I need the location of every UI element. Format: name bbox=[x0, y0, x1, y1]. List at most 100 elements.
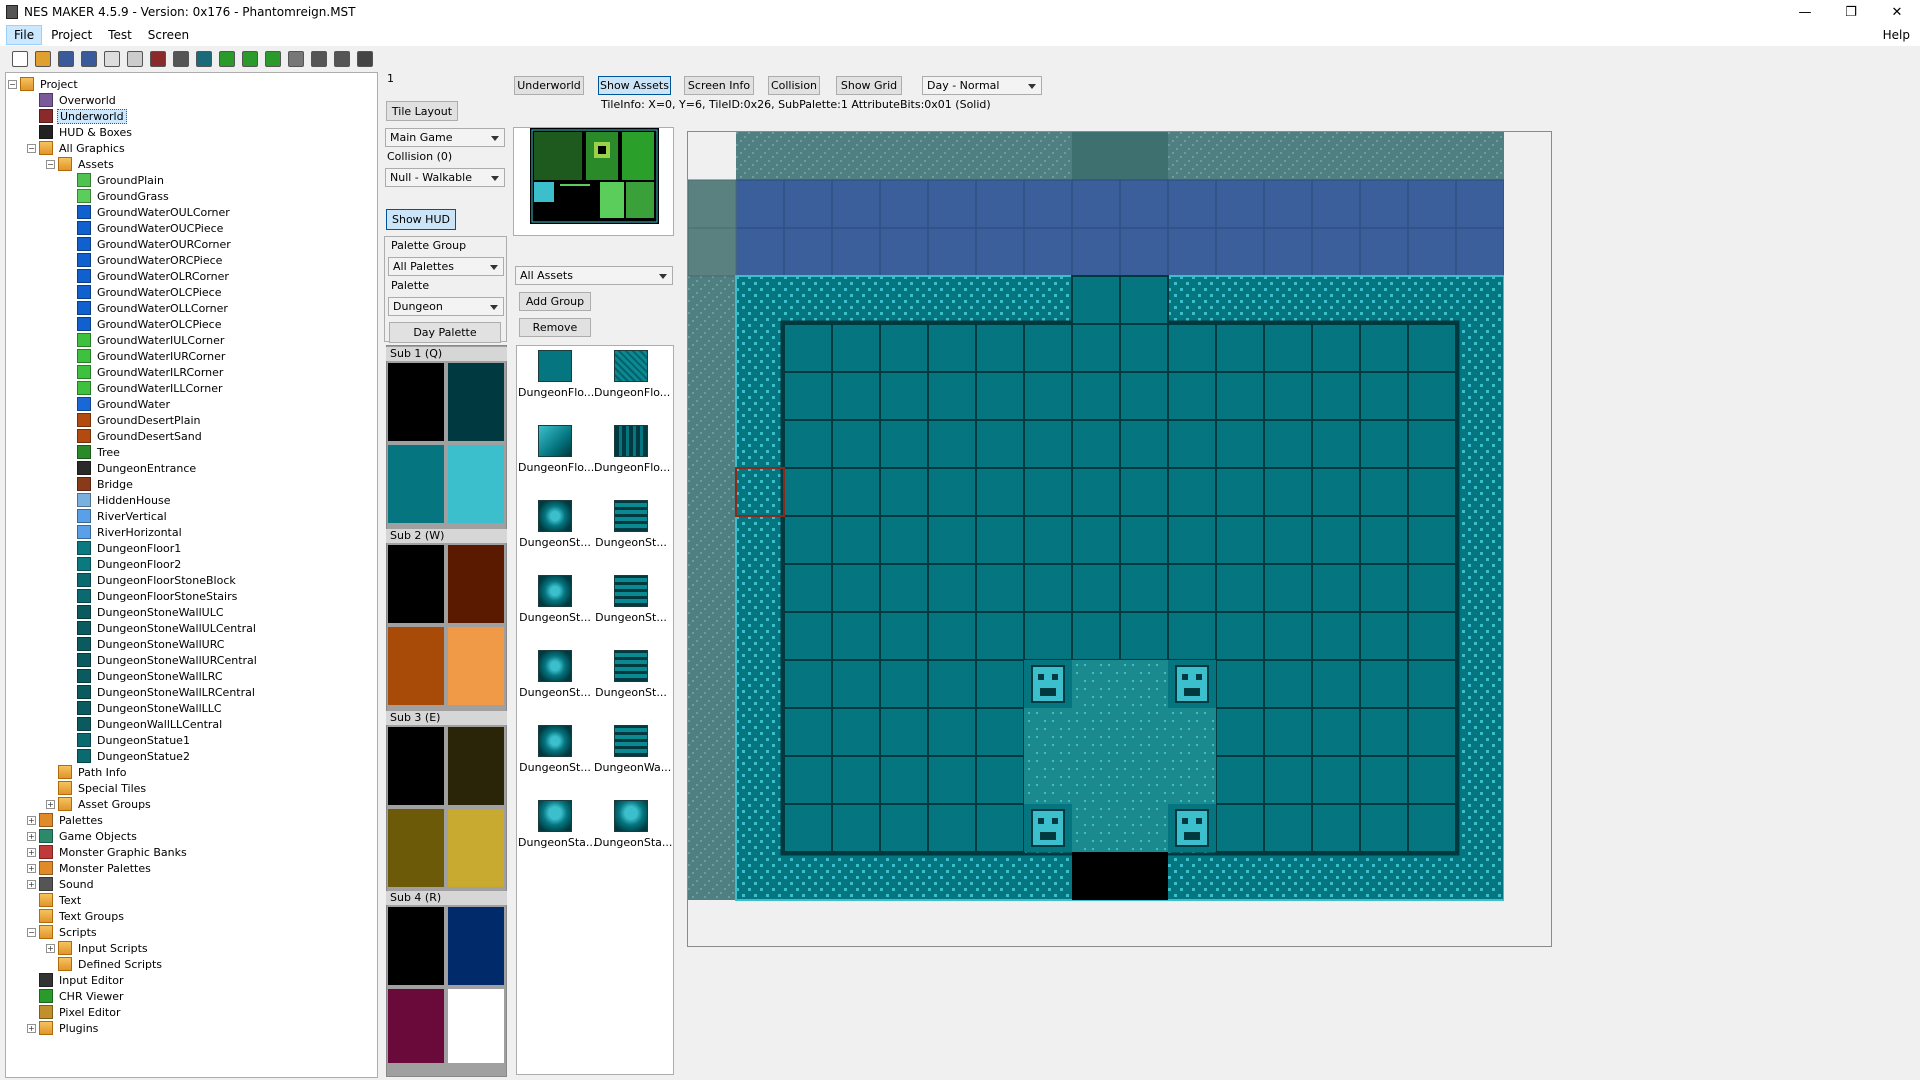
import-icon[interactable] bbox=[127, 51, 143, 67]
collapse-icon[interactable]: − bbox=[27, 927, 36, 937]
menu-project[interactable]: Project bbox=[44, 26, 99, 44]
tree-item[interactable]: DungeonStoneWallLLC bbox=[65, 700, 224, 716]
tree-item[interactable]: DungeonStoneWallULC bbox=[65, 604, 226, 620]
tree-item[interactable]: GroundDesertPlain bbox=[65, 412, 203, 428]
tree-item[interactable]: Defined Scripts bbox=[46, 956, 164, 972]
tile-layout-button[interactable]: Tile Layout bbox=[386, 101, 458, 121]
close-button[interactable]: ✕ bbox=[1874, 0, 1920, 24]
menu-help[interactable]: Help bbox=[1883, 28, 1910, 42]
expand-icon[interactable]: + bbox=[27, 1023, 36, 1033]
tree-item[interactable]: Underworld bbox=[27, 108, 127, 124]
tree-item[interactable]: Path Info bbox=[46, 764, 128, 780]
tree-item[interactable]: DungeonStoneWallULCentral bbox=[65, 620, 258, 636]
tree-item[interactable]: CHR Viewer bbox=[27, 988, 126, 1004]
asset-item[interactable]: DungeonSt... bbox=[594, 575, 668, 624]
palette-swatch[interactable] bbox=[448, 363, 504, 441]
tree-item[interactable]: DungeonWallLLCentral bbox=[65, 716, 224, 732]
asset-filter-select[interactable]: All Assets bbox=[515, 266, 673, 285]
save-icon[interactable] bbox=[58, 51, 74, 67]
asset-item[interactable]: DungeonSta... bbox=[518, 800, 596, 849]
settings-icon[interactable] bbox=[173, 51, 189, 67]
tree-item[interactable]: Input Editor bbox=[27, 972, 126, 988]
tree-item[interactable]: GroundWaterOLLCorner bbox=[65, 300, 230, 316]
tree-item[interactable]: Bridge bbox=[65, 476, 135, 492]
menu-screen[interactable]: Screen bbox=[141, 26, 196, 44]
floppy-icon[interactable] bbox=[357, 51, 373, 67]
tree-item[interactable]: + Sound bbox=[27, 876, 96, 892]
screen-thumbnail[interactable] bbox=[530, 128, 659, 224]
collision-select[interactable]: Null - Walkable bbox=[385, 168, 505, 187]
asset-item[interactable]: DungeonSt... bbox=[594, 500, 668, 549]
screen-info-button[interactable]: Screen Info bbox=[684, 76, 754, 95]
tree-item[interactable]: + Palettes bbox=[27, 812, 105, 828]
tree-item[interactable]: GroundWaterIURCorner bbox=[65, 348, 227, 364]
tree-item[interactable]: HUD & Boxes bbox=[27, 124, 134, 140]
tree-item[interactable]: + Asset Groups bbox=[46, 796, 153, 812]
tree-item[interactable]: DungeonEntrance bbox=[65, 460, 198, 476]
expand-icon[interactable]: + bbox=[27, 831, 36, 841]
tree-item[interactable]: DungeonFloorStoneBlock bbox=[65, 572, 238, 588]
tree-item[interactable]: + Monster Graphic Banks bbox=[27, 844, 189, 860]
tree-item[interactable]: + Monster Palettes bbox=[27, 860, 153, 876]
palette-swatch[interactable] bbox=[448, 989, 504, 1063]
expand-icon[interactable]: + bbox=[27, 879, 36, 889]
maximize-button[interactable]: ❐ bbox=[1828, 0, 1874, 24]
collision-button[interactable]: Collision bbox=[768, 76, 820, 95]
asset-item[interactable]: DungeonSt... bbox=[518, 575, 592, 624]
tree-item[interactable]: DungeonStoneWallURCentral bbox=[65, 652, 259, 668]
open-icon[interactable] bbox=[35, 51, 51, 67]
expand-icon[interactable]: + bbox=[46, 943, 55, 953]
printer-icon[interactable] bbox=[334, 51, 350, 67]
tree-item[interactable]: + Plugins bbox=[27, 1020, 100, 1036]
menu-test[interactable]: Test bbox=[101, 26, 139, 44]
palette-swatch[interactable] bbox=[388, 907, 444, 985]
camera-icon[interactable] bbox=[288, 51, 304, 67]
palette-swatch[interactable] bbox=[388, 363, 444, 441]
palette-swatch[interactable] bbox=[388, 545, 444, 623]
tree-item[interactable]: − Assets bbox=[46, 156, 116, 172]
tree-item[interactable]: Overworld bbox=[27, 92, 118, 108]
save-all-icon[interactable] bbox=[81, 51, 97, 67]
expand-icon[interactable]: + bbox=[27, 847, 36, 857]
new-icon[interactable] bbox=[12, 51, 28, 67]
expand-icon[interactable]: + bbox=[27, 815, 36, 825]
tree-item[interactable]: DungeonStoneWallLRCentral bbox=[65, 684, 257, 700]
asset-item[interactable]: DungeonFlo... bbox=[594, 425, 670, 474]
tree-item[interactable]: GroundWaterILRCorner bbox=[65, 364, 225, 380]
collapse-icon[interactable]: − bbox=[8, 79, 17, 89]
tree-item[interactable]: GroundWaterOLRCorner bbox=[65, 268, 231, 284]
tree-item[interactable]: GroundWaterOURCorner bbox=[65, 236, 233, 252]
tree-item[interactable]: GroundWaterILLCorner bbox=[65, 380, 224, 396]
palette-swatch[interactable] bbox=[448, 727, 504, 805]
tree-item[interactable]: + Input Scripts bbox=[46, 940, 150, 956]
tree-item[interactable]: DungeonStatue2 bbox=[65, 748, 192, 764]
tree-item[interactable]: Text bbox=[27, 892, 83, 908]
add-group-button[interactable]: Add Group bbox=[519, 292, 591, 311]
asset-item[interactable]: DungeonFlo... bbox=[518, 350, 594, 399]
tree-item[interactable]: GroundWaterOULCorner bbox=[65, 204, 232, 220]
tree-item[interactable]: Pixel Editor bbox=[27, 1004, 123, 1020]
palette-swatch[interactable] bbox=[448, 627, 504, 705]
expand-icon[interactable]: + bbox=[27, 863, 36, 873]
arrow-right-icon[interactable] bbox=[242, 51, 258, 67]
collapse-icon[interactable]: − bbox=[27, 143, 36, 153]
tree-item[interactable]: GroundWaterORCPiece bbox=[65, 252, 224, 268]
tree-item[interactable]: GroundWaterIULCorner bbox=[65, 332, 226, 348]
show-hud-button[interactable]: Show HUD bbox=[386, 209, 456, 230]
collapse-icon[interactable]: − bbox=[46, 159, 55, 169]
underworld-button[interactable]: Underworld bbox=[514, 76, 584, 95]
export-icon[interactable] bbox=[104, 51, 120, 67]
tree-item[interactable]: DungeonFloor2 bbox=[65, 556, 183, 572]
palette-swatch[interactable] bbox=[388, 445, 444, 523]
menu-file[interactable]: File bbox=[6, 25, 43, 45]
palette-swatch[interactable] bbox=[448, 809, 504, 887]
minimize-button[interactable]: — bbox=[1782, 0, 1828, 24]
asset-item[interactable]: DungeonWa... bbox=[594, 725, 671, 774]
tree-item[interactable]: − All Graphics bbox=[27, 140, 127, 156]
build-icon[interactable] bbox=[150, 51, 166, 67]
tree-item[interactable]: GroundPlain bbox=[65, 172, 166, 188]
remove-button[interactable]: Remove bbox=[519, 318, 591, 337]
arrow-up-icon[interactable] bbox=[265, 51, 281, 67]
tree-item[interactable]: DungeonFloor1 bbox=[65, 540, 183, 556]
palette-swatch[interactable] bbox=[388, 809, 444, 887]
